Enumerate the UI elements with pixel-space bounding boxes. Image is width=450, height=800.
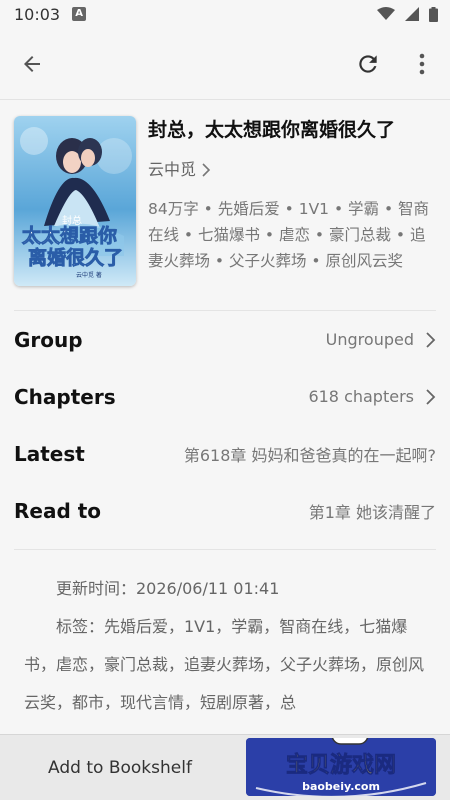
arrow-left-icon <box>24 55 40 72</box>
book-title: 封总，太太想跟你离婚很久了 <box>148 119 396 141</box>
more-options-button[interactable] <box>402 44 442 84</box>
book-cover[interactable]: 封总 太太想跟你 离婚很久了 云中觅 著 <box>14 116 136 286</box>
gamepad-icon <box>331 738 369 745</box>
book-description: 更新时间：2026/06/11 01:41 标签：先婚后爱，1V1，学霸，智商在… <box>0 550 450 730</box>
cover-artwork: 封总 太太想跟你 离婚很久了 云中觅 著 <box>14 116 136 286</box>
read-to-value: 第1章 她该清醒了 <box>308 502 436 522</box>
info-rows: Group Ungrouped Chapters 618 chapters La… <box>0 311 450 539</box>
cover-title-line-1: 太太想跟你 <box>22 224 117 247</box>
refresh-button[interactable] <box>348 44 388 84</box>
cover-title-line-2: 离婚很久了 <box>28 246 123 269</box>
battery-icon <box>429 6 438 22</box>
chapters-value: 618 chapters <box>308 387 414 406</box>
wifi-icon <box>377 7 395 20</box>
toolbar <box>0 28 450 100</box>
read-to-label: Read to <box>14 498 102 523</box>
book-info: 封总，太太想跟你离婚很久了 云中觅 84万字 • 先婚后爱 • 1V1 • 学霸… <box>148 116 436 310</box>
more-vert-icon <box>419 53 425 74</box>
status-bar: 10:03 A <box>0 0 450 28</box>
update-time: 更新时间：2026/06/11 01:41 <box>56 579 280 598</box>
chevron-right-icon <box>426 331 436 348</box>
latest-value: 第618章 妈妈和爸爸真的在一起啊? <box>183 445 436 465</box>
description-tags: 标签：先婚后爱，1V1，学霸，智商在线，七猫爆书，虐恋，豪门总裁，追妻火葬场，父… <box>24 617 425 712</box>
latest-label: Latest <box>14 441 85 466</box>
add-to-bookshelf-button[interactable]: Add to Bookshelf <box>0 758 240 778</box>
group-value: Ungrouped <box>325 330 414 349</box>
author-name: 云中觅 <box>148 160 197 179</box>
latest-row[interactable]: Latest 第618章 妈妈和爸爸真的在一起啊? <box>0 425 450 482</box>
watermark-text: 宝贝游戏网 <box>286 752 396 778</box>
back-button[interactable] <box>12 44 52 84</box>
watermark-url: baobeiy.com <box>302 780 380 793</box>
watermark-logo: 宝贝游戏网 baobeiy.com <box>246 738 436 796</box>
book-tags: 84万字 • 先婚后爱 • 1V1 • 学霸 • 智商在线 • 七猫爆书 • 虐… <box>148 200 430 270</box>
signal-icon <box>405 7 419 21</box>
book-header: 封总 太太想跟你 离婚很久了 云中觅 著 封总，太太想跟你离婚很久了 云中觅 8… <box>0 100 450 310</box>
read-to-row[interactable]: Read to 第1章 她该清醒了 <box>0 482 450 539</box>
chapters-label: Chapters <box>14 384 116 409</box>
status-time: 10:03 <box>14 4 61 24</box>
refresh-icon <box>359 54 377 73</box>
chapters-row[interactable]: Chapters 618 chapters <box>0 368 450 425</box>
author-link[interactable]: 云中觅 <box>148 158 436 182</box>
chevron-right-icon <box>202 163 211 177</box>
cover-author: 云中觅 著 <box>76 271 102 279</box>
group-label: Group <box>14 327 83 352</box>
chevron-right-icon <box>426 388 436 405</box>
group-row[interactable]: Group Ungrouped <box>0 311 450 368</box>
notification-icon: A <box>72 7 87 21</box>
